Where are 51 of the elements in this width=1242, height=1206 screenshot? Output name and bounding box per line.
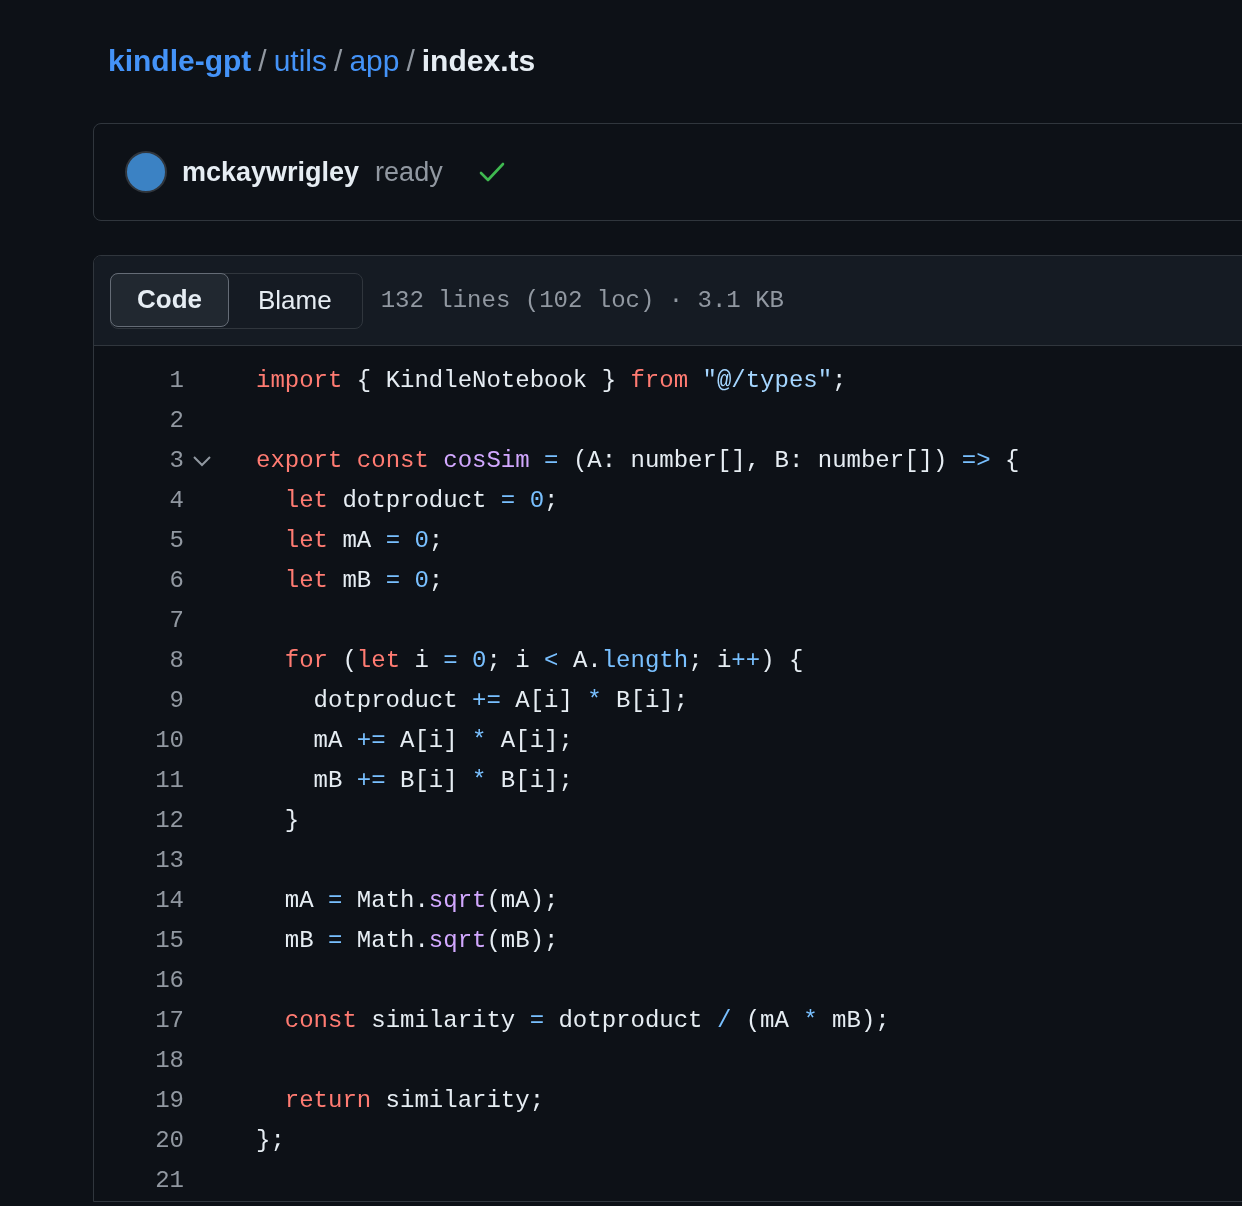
view-tab[interactable]: Blame <box>228 273 362 328</box>
code-line: } <box>283 806 300 836</box>
code-line: mB = Math.sqrt(mB); <box>283 926 559 956</box>
code-line: let mA = 0; <box>283 526 444 556</box>
code-line: }; <box>256 1126 285 1156</box>
line-number: 6 <box>168 566 184 596</box>
path-separator: / <box>334 43 343 79</box>
folder-link[interactable]: utils <box>273 38 328 83</box>
line-number: 9 <box>168 686 184 716</box>
avatar[interactable] <box>125 151 167 193</box>
line-number: 3 <box>168 446 184 476</box>
path-separator: / <box>406 43 415 79</box>
line-number: 15 <box>154 926 184 956</box>
check-icon[interactable] <box>478 161 505 183</box>
view-tab[interactable]: Code <box>110 272 229 327</box>
code-line: let mB = 0; <box>283 566 444 596</box>
repo-link[interactable]: kindle-gpt <box>108 38 252 83</box>
code-line: export const cosSim = (A: number[], B: number[]) => { <box>256 446 1020 476</box>
line-number: 10 <box>154 726 184 756</box>
line-number: 14 <box>154 886 184 916</box>
folder-link[interactable]: app <box>349 38 400 83</box>
chevron-down-icon[interactable] <box>192 455 212 467</box>
line-number: 2 <box>168 406 184 436</box>
code-line: dotproduct += A[i] * B[i]; <box>312 686 689 716</box>
code-line: mA += A[i] * A[i]; <box>312 726 573 756</box>
line-number: 18 <box>154 1046 184 1076</box>
line-number: 5 <box>168 526 184 556</box>
line-number: 16 <box>154 966 184 996</box>
line-number: 11 <box>154 766 184 796</box>
line-number: 13 <box>154 846 184 876</box>
code-line: for (let i = 0; i < A.length; i++) { <box>283 646 804 676</box>
code-line: import { KindleNotebook } from "@/types"; <box>256 366 847 396</box>
file-info: 132 lines (102 loc) · 3.1 KB <box>380 285 784 316</box>
code-line: let dotproduct = 0; <box>283 486 559 516</box>
commit-author[interactable]: mckaywrigley <box>182 151 360 193</box>
line-number: 19 <box>154 1086 184 1116</box>
code-line: return similarity; <box>283 1086 545 1116</box>
line-number: 20 <box>154 1126 184 1156</box>
line-number: 12 <box>154 806 184 836</box>
line-number: 1 <box>168 366 184 396</box>
code-line: mA = Math.sqrt(mA); <box>283 886 559 916</box>
line-number: 17 <box>154 1006 184 1036</box>
code-line: const similarity = dotproduct / (mA * mB); <box>283 1006 890 1036</box>
commit-message[interactable]: ready <box>375 151 443 193</box>
code-line: mB += B[i] * B[i]; <box>312 766 573 796</box>
line-number: 7 <box>168 606 184 636</box>
line-number: 4 <box>168 486 184 516</box>
path-separator: / <box>258 43 267 79</box>
file-name[interactable]: index.ts <box>421 38 536 83</box>
line-number: 21 <box>154 1166 184 1196</box>
line-number: 8 <box>168 646 184 676</box>
